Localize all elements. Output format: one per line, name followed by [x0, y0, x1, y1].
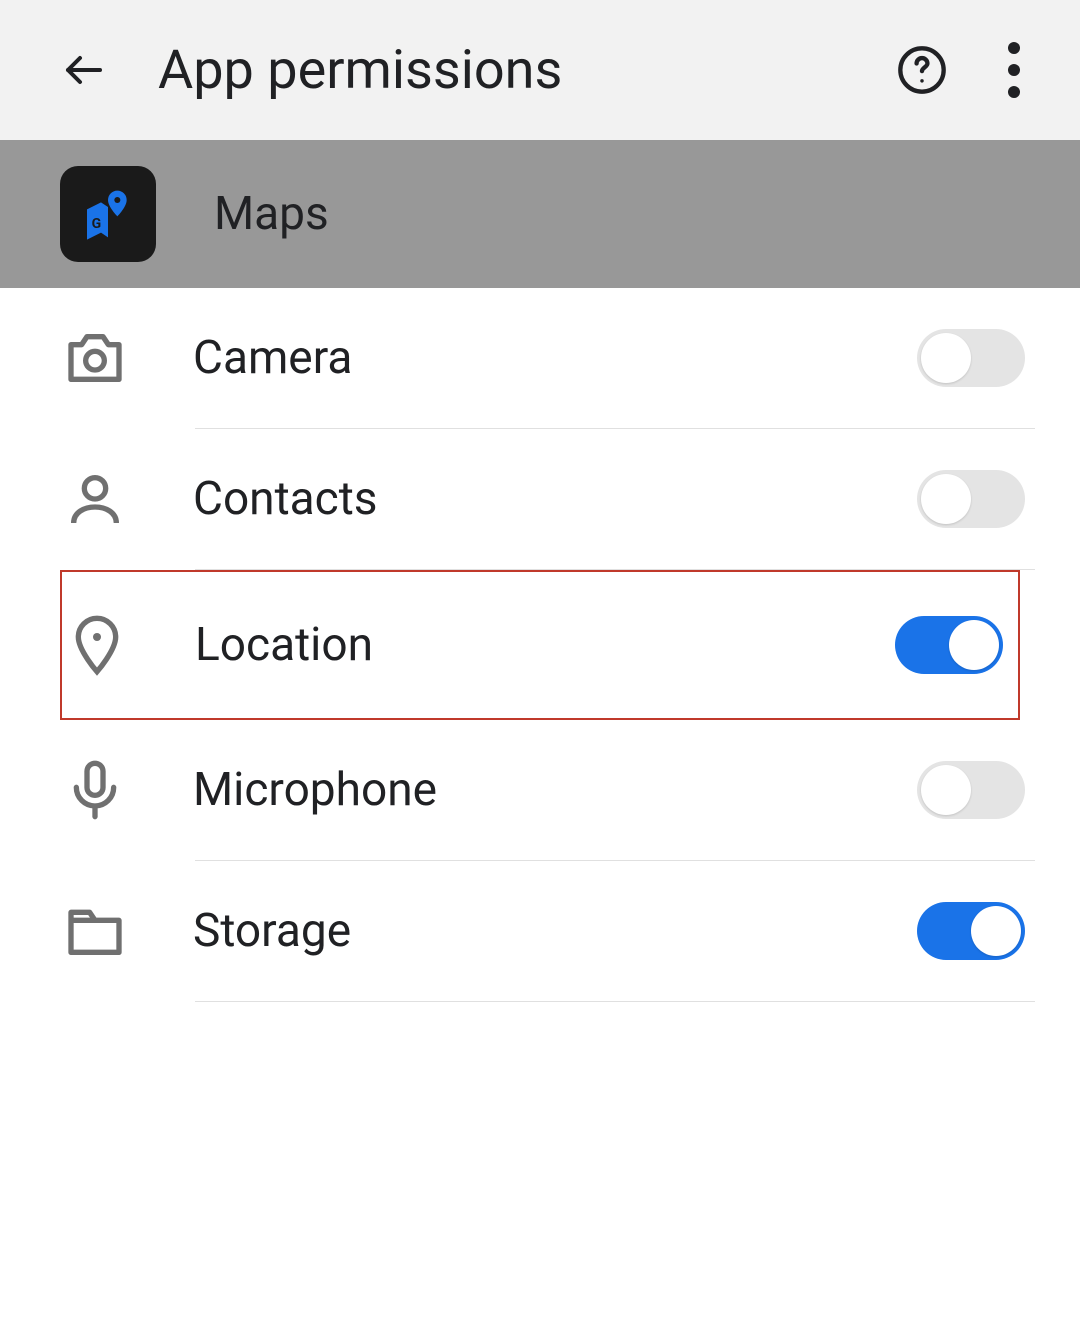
page-title: App permissions	[158, 39, 896, 102]
back-icon[interactable]	[60, 46, 108, 94]
permission-row-microphone[interactable]: Microphone	[0, 720, 1080, 860]
permission-label: Location	[195, 618, 895, 672]
storage-icon	[55, 891, 135, 971]
microphone-toggle[interactable]	[917, 761, 1025, 819]
permission-label: Contacts	[193, 472, 917, 526]
location-icon	[57, 605, 137, 685]
maps-app-icon: G	[60, 166, 156, 262]
microphone-icon	[55, 750, 135, 830]
camera-toggle[interactable]	[917, 329, 1025, 387]
more-icon[interactable]	[1008, 42, 1020, 98]
permission-row-camera[interactable]: Camera	[0, 288, 1080, 428]
permission-row-storage[interactable]: Storage	[0, 861, 1080, 1001]
svg-text:G: G	[92, 216, 102, 232]
help-icon[interactable]	[896, 44, 948, 96]
contacts-toggle[interactable]	[917, 470, 1025, 528]
app-header: G Maps	[0, 140, 1080, 288]
contacts-icon	[55, 459, 135, 539]
camera-icon	[55, 318, 135, 398]
permission-label: Microphone	[193, 763, 917, 817]
storage-toggle[interactable]	[917, 902, 1025, 960]
location-toggle[interactable]	[895, 616, 1003, 674]
permission-label: Storage	[193, 904, 917, 958]
app-name-label: Maps	[214, 187, 329, 241]
header-bar: App permissions	[0, 0, 1080, 140]
permission-label: Camera	[193, 331, 917, 385]
permission-row-location[interactable]: Location	[60, 570, 1020, 720]
permissions-list: Camera Contacts Locat	[0, 288, 1080, 1002]
permission-row-contacts[interactable]: Contacts	[0, 429, 1080, 569]
divider	[195, 1001, 1035, 1002]
